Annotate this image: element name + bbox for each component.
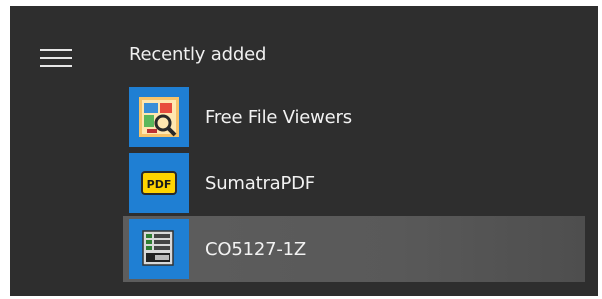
recently-added-heading: Recently added [129, 44, 267, 65]
sumatrapdf-icon: PDF [129, 153, 189, 213]
app-label: SumatraPDF [205, 172, 315, 194]
co5127-app-icon [129, 219, 189, 279]
recently-added-list: Free File Viewers PDF SumatraPDF CO5127-… [123, 84, 585, 282]
app-item-free-file-viewers[interactable]: Free File Viewers [123, 84, 585, 150]
app-label: Free File Viewers [205, 106, 352, 128]
hamburger-menu-icon[interactable] [40, 47, 72, 69]
app-item-sumatrapdf[interactable]: PDF SumatraPDF [123, 150, 585, 216]
sumatrapdf-icon-text: PDF [147, 178, 172, 191]
app-item-co5127-1z[interactable]: CO5127-1Z [123, 216, 585, 282]
file-viewers-icon [129, 87, 189, 147]
app-label: CO5127-1Z [205, 238, 307, 260]
start-menu-panel: Recently added Free File Viewers PDF Sum… [10, 6, 598, 296]
